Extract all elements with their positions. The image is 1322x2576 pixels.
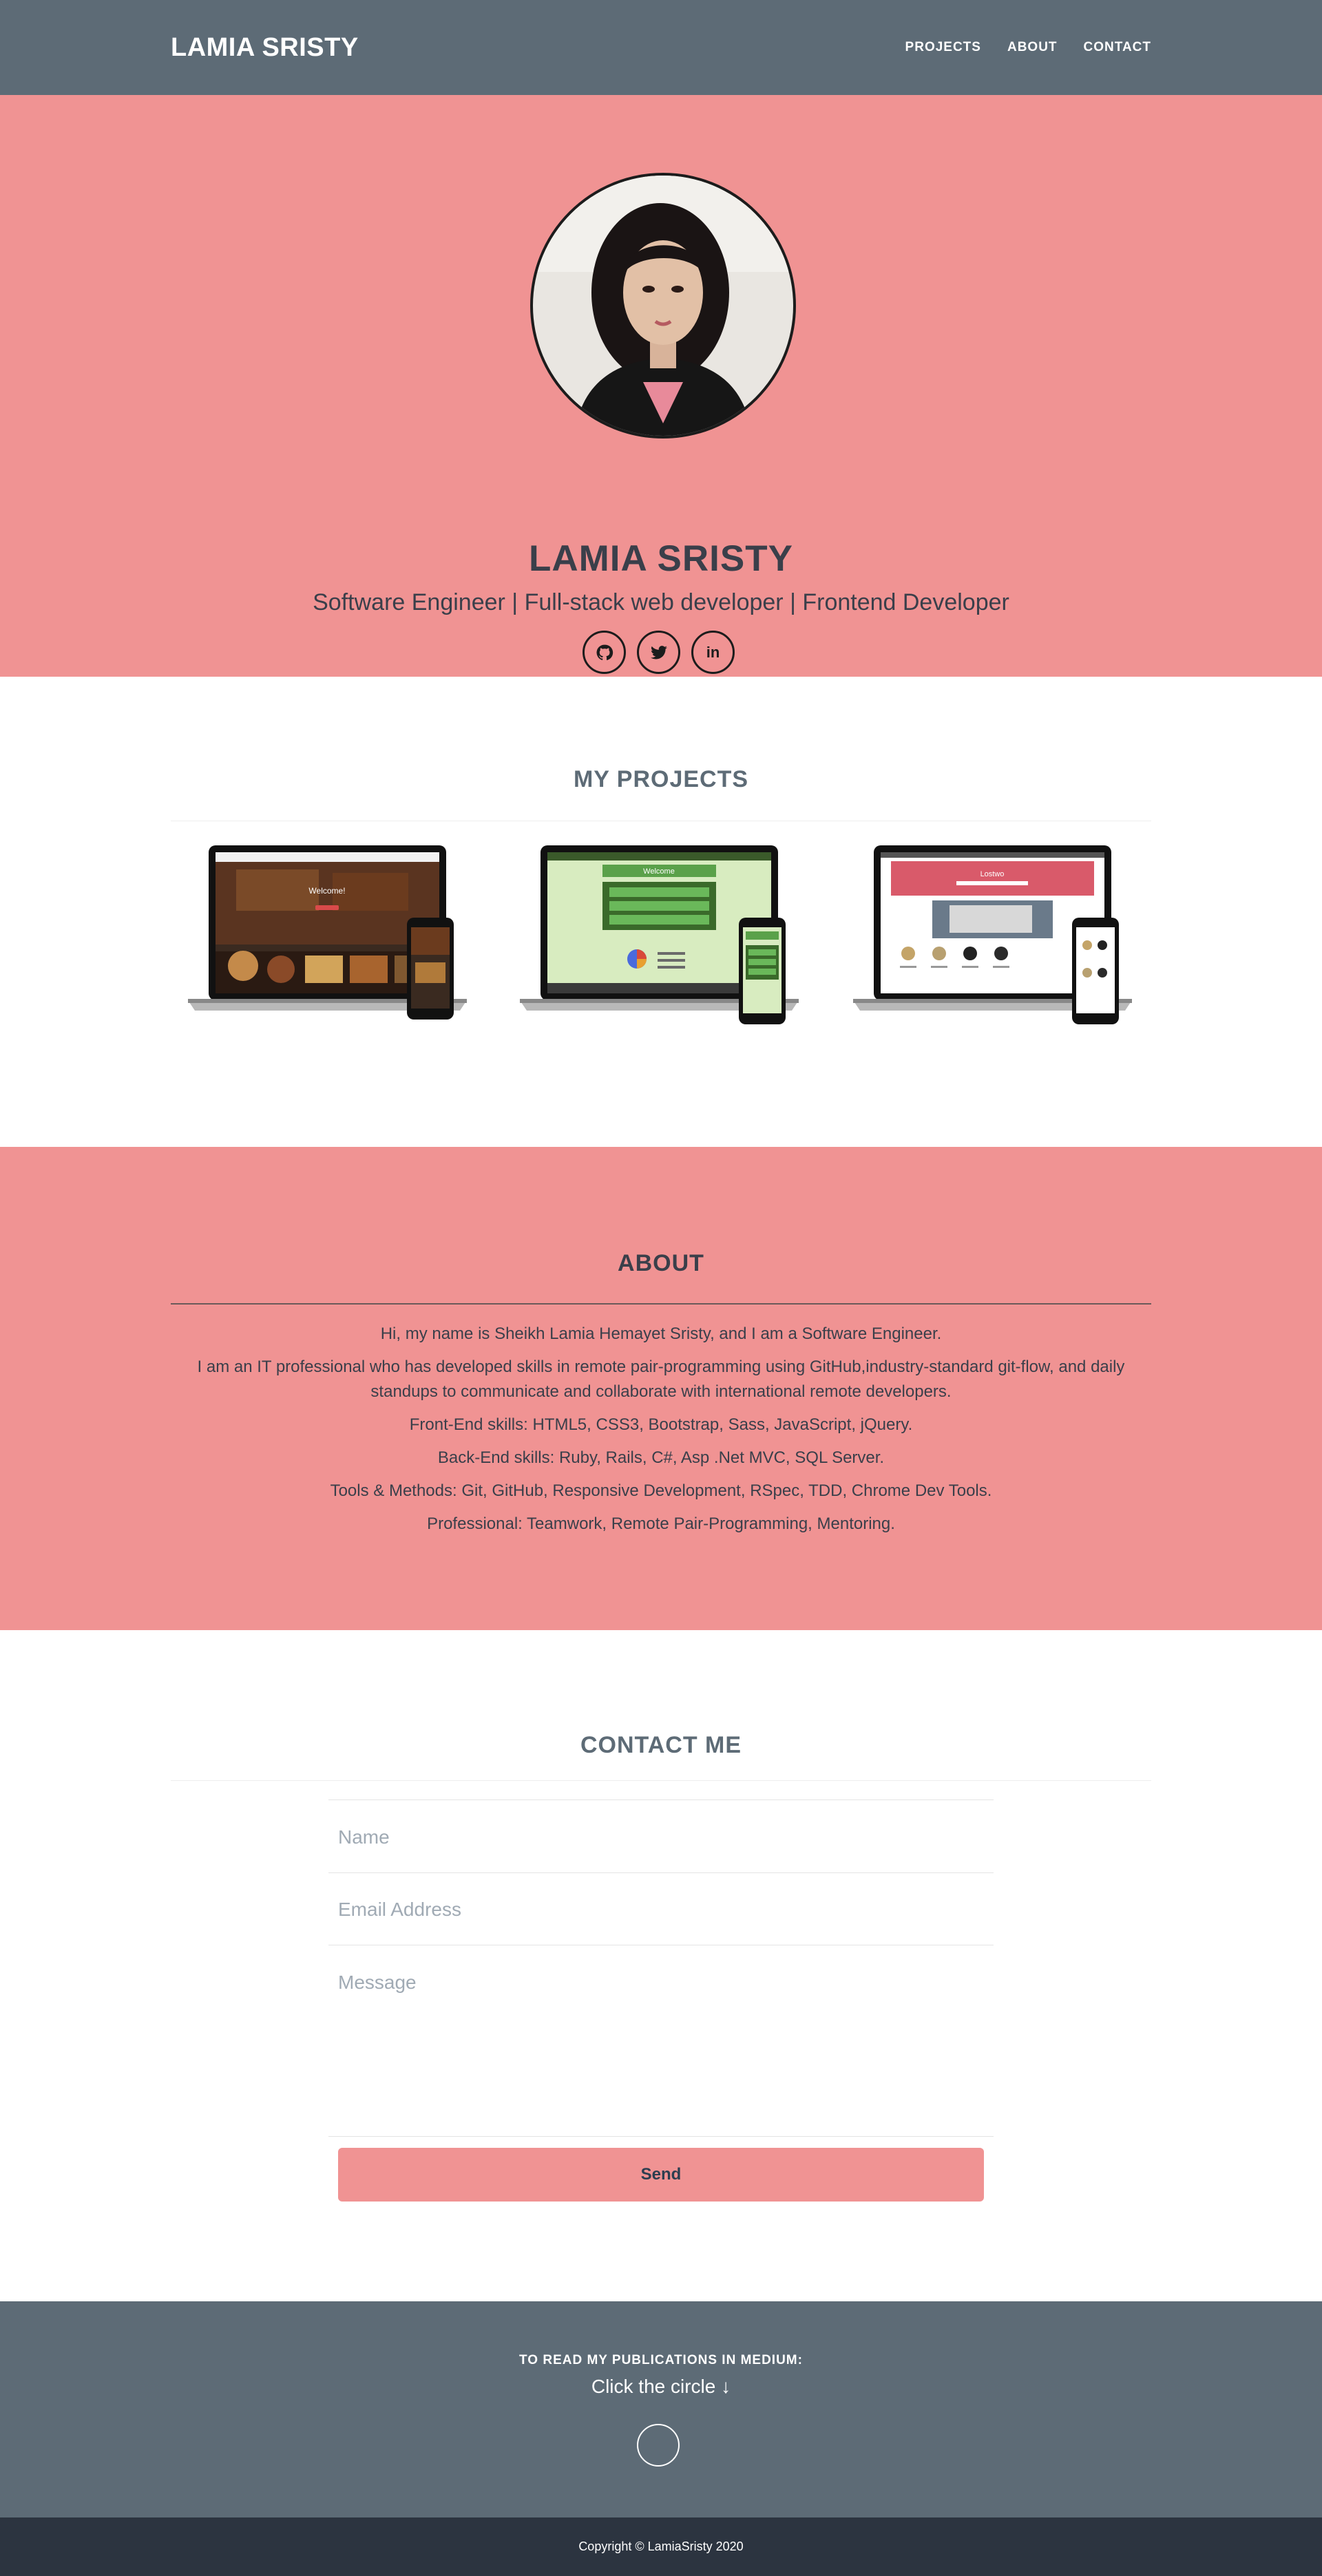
about-section: ABOUT Hi, my name is Sheikh Lamia Hemaye…	[0, 1147, 1322, 1630]
about-text: Hi, my name is Sheikh Lamia Hemayet Sris…	[171, 1322, 1151, 1545]
project-card-1[interactable]: Welcome!	[181, 842, 479, 1028]
divider	[171, 1303, 1151, 1305]
copyright-text: Copyright © LamiaSristy 2020	[578, 2540, 744, 2553]
social-links: in	[583, 631, 735, 674]
copyright-bar: Copyright © LamiaSristy 2020	[0, 2517, 1322, 2576]
message-field[interactable]: Message	[328, 1945, 994, 2137]
avatar	[530, 173, 796, 439]
about-paragraph: Back-End skills: Ruby, Rails, C#, Asp .N…	[437, 1448, 885, 1467]
hero-name: LAMIA SRISTY	[529, 538, 793, 579]
twitter-icon[interactable]	[637, 631, 680, 674]
projects-section: MY PROJECTS Welcome! Welcome Lostwo	[0, 677, 1322, 1147]
svg-text:Welcome: Welcome	[643, 867, 675, 876]
nav-link-contact[interactable]: CONTACT	[1084, 40, 1151, 55]
medium-link-circle[interactable]	[637, 2424, 680, 2467]
about-paragraph: Hi, my name is Sheikh Lamia Hemayet Sris…	[380, 1324, 942, 1343]
about-paragraph: Tools & Methods: Git, GitHub, Responsive…	[330, 1481, 992, 1500]
about-title: ABOUT	[618, 1250, 704, 1276]
hero-section: LAMIA SRISTY Software Engineer | Full-st…	[0, 95, 1322, 677]
project-card-2[interactable]: Welcome	[513, 842, 810, 1028]
divider	[171, 1780, 1151, 1781]
nav-links: PROJECTS ABOUT CONTACT	[905, 40, 1151, 55]
hero-subtitle: Software Engineer | Full-stack web devel…	[313, 589, 1009, 615]
footer-heading: TO READ MY PUBLICATIONS IN MEDIUM:	[519, 2353, 803, 2367]
contact-title: CONTACT ME	[580, 1732, 742, 1758]
navbar: LAMIA SRISTY PROJECTS ABOUT CONTACT	[0, 0, 1322, 95]
email-placeholder: Email Address	[338, 1899, 461, 1920]
about-paragraph: Front-End skills: HTML5, CSS3, Bootstrap…	[409, 1415, 913, 1434]
nav-link-about[interactable]: ABOUT	[1007, 40, 1058, 55]
project-card-3[interactable]: Lostwo	[846, 842, 1144, 1028]
send-button[interactable]: Send	[338, 2148, 984, 2202]
footer: TO READ MY PUBLICATIONS IN MEDIUM: Click…	[0, 2301, 1322, 2517]
about-paragraph: I am an IT professional who has develope…	[197, 1358, 1125, 1401]
contact-section: CONTACT ME Name Email Address Message Se…	[0, 1630, 1322, 2301]
email-field[interactable]: Email Address	[328, 1873, 994, 1945]
message-placeholder: Message	[338, 1972, 417, 1993]
about-paragraph: Professional: Teamwork, Remote Pair-Prog…	[427, 1514, 895, 1533]
footer-subtext: Click the circle ↓	[591, 2376, 731, 2397]
svg-text:Lostwo: Lostwo	[980, 870, 1005, 878]
name-field[interactable]: Name	[328, 1799, 994, 1873]
linkedin-icon[interactable]: in	[691, 631, 735, 674]
github-icon[interactable]	[583, 631, 626, 674]
projects-title: MY PROJECTS	[573, 766, 749, 792]
svg-text:Welcome!: Welcome!	[308, 886, 345, 896]
name-placeholder: Name	[338, 1826, 390, 1848]
nav-link-projects[interactable]: PROJECTS	[905, 40, 981, 55]
brand-logo[interactable]: LAMIA SRISTY	[171, 33, 359, 63]
